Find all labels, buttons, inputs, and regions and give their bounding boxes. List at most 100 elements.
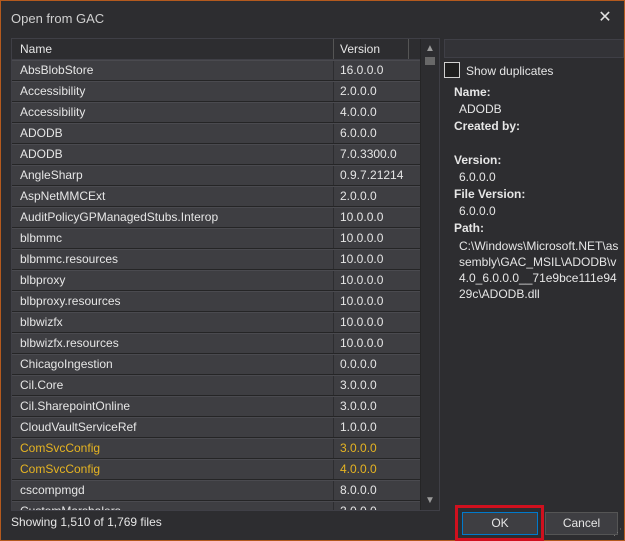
row-version: 7.0.3300.0 bbox=[340, 147, 397, 161]
table-row[interactable]: CloudVaultServiceRef 1.0.0.0 bbox=[12, 417, 420, 437]
column-header-version[interactable]: Version bbox=[340, 42, 380, 56]
detail-created-value bbox=[454, 136, 624, 153]
detail-created-label: Created by: bbox=[454, 119, 521, 133]
scroll-up-icon[interactable]: ▲ bbox=[425, 43, 435, 54]
row-version: 10.0.0.0 bbox=[340, 252, 384, 266]
table-row[interactable]: Cil.Core 3.0.0.0 bbox=[12, 375, 420, 395]
list-header: Name Version bbox=[12, 39, 420, 60]
row-version: 10.0.0.0 bbox=[340, 273, 384, 287]
table-row[interactable]: AuditPolicyGPManagedStubs.Interop 10.0.0.… bbox=[12, 207, 420, 227]
row-divider bbox=[333, 229, 334, 248]
detail-version-value: 6.0.0.0 bbox=[459, 170, 496, 184]
row-divider bbox=[333, 271, 334, 290]
row-version: 3.0.0.0 bbox=[340, 378, 377, 392]
row-name: Accessibility bbox=[20, 84, 86, 98]
row-version: 10.0.0.0 bbox=[340, 336, 384, 350]
row-version: 10.0.0.0 bbox=[340, 294, 384, 308]
row-divider bbox=[333, 82, 334, 101]
table-row[interactable]: AngleSharp 0.9.7.21214 bbox=[12, 165, 420, 185]
row-version: 4.0.0.0 bbox=[340, 462, 377, 476]
table-row[interactable]: ADODB 6.0.0.0 bbox=[12, 123, 420, 143]
row-divider bbox=[333, 145, 334, 164]
table-row[interactable]: ComSvcConfig 3.0.0.0 bbox=[12, 438, 420, 458]
vertical-scrollbar[interactable]: ▲ ▼ bbox=[421, 39, 439, 510]
row-divider bbox=[333, 124, 334, 143]
table-row[interactable]: blbwizfx 10.0.0.0 bbox=[12, 312, 420, 332]
close-icon[interactable]: ✕ bbox=[594, 7, 616, 29]
row-divider bbox=[333, 187, 334, 206]
table-row[interactable]: Accessibility 2.0.0.0 bbox=[12, 81, 420, 101]
search-input[interactable] bbox=[444, 39, 624, 58]
cancel-button[interactable]: Cancel bbox=[545, 512, 618, 535]
row-name: CloudVaultServiceRef bbox=[20, 420, 137, 434]
detail-name-label: Name: bbox=[454, 85, 491, 99]
table-row[interactable]: Accessibility 4.0.0.0 bbox=[12, 102, 420, 122]
open-from-gac-dialog: Open from GAC ✕ Name Version AbsBlobStor… bbox=[0, 0, 625, 541]
row-divider bbox=[333, 418, 334, 437]
column-divider[interactable] bbox=[408, 39, 409, 59]
row-version: 8.0.0.0 bbox=[340, 483, 377, 497]
assembly-list[interactable]: Name Version AbsBlobStore 16.0.0.0 Accessi… bbox=[11, 38, 440, 511]
row-name: AspNetMMCExt bbox=[20, 189, 106, 203]
table-row[interactable]: blbproxy 10.0.0.0 bbox=[12, 270, 420, 290]
table-row[interactable]: AspNetMMCExt 2.0.0.0 bbox=[12, 186, 420, 206]
detail-file-version-value: 6.0.0.0 bbox=[459, 204, 496, 218]
row-divider bbox=[333, 250, 334, 269]
row-divider bbox=[333, 397, 334, 416]
detail-path-label: Path: bbox=[454, 221, 484, 235]
table-row[interactable]: blbmmc.resources 10.0.0.0 bbox=[12, 249, 420, 269]
row-version: 16.0.0.0 bbox=[340, 63, 384, 77]
row-version: 6.0.0.0 bbox=[340, 126, 377, 140]
table-row[interactable]: AbsBlobStore 16.0.0.0 bbox=[12, 60, 420, 80]
list-rows: AbsBlobStore 16.0.0.0 Accessibility 2.0.0.0… bbox=[12, 60, 420, 511]
scroll-down-icon[interactable]: ▼ bbox=[425, 495, 435, 506]
table-row[interactable]: ChicagoIngestion 0.0.0.0 bbox=[12, 354, 420, 374]
row-name: ADODB bbox=[20, 147, 63, 161]
row-version: 2.0.0.0 bbox=[340, 189, 377, 203]
ok-button[interactable]: OK bbox=[462, 512, 538, 535]
row-name: ComSvcConfig bbox=[20, 462, 101, 476]
table-row[interactable]: cscompmgd 8.0.0.0 bbox=[12, 480, 420, 500]
row-divider bbox=[333, 103, 334, 122]
scroll-thumb[interactable] bbox=[425, 57, 435, 65]
row-divider bbox=[333, 460, 334, 479]
row-version: 0.9.7.21214 bbox=[340, 168, 404, 182]
row-version: 2.0.0.0 bbox=[340, 84, 377, 98]
column-divider[interactable] bbox=[333, 39, 334, 59]
detail-file-version-label: File Version: bbox=[454, 187, 526, 201]
row-divider bbox=[333, 376, 334, 395]
row-name: blbproxy.resources bbox=[20, 294, 121, 308]
row-name: Accessibility bbox=[20, 105, 86, 119]
table-row[interactable]: Cil.SharepointOnline 3.0.0.0 bbox=[12, 396, 420, 416]
row-version: 2.0.0.0 bbox=[340, 504, 377, 511]
row-divider bbox=[333, 61, 334, 80]
detail-path-value: C:\Windows\Microsoft.NET\assembly\GAC_MS… bbox=[459, 239, 619, 301]
row-name: ChicagoIngestion bbox=[20, 357, 113, 371]
column-header-name[interactable]: Name bbox=[20, 42, 52, 56]
detail-name-value: ADODB bbox=[459, 102, 502, 116]
table-row[interactable]: blbproxy.resources 10.0.0.0 bbox=[12, 291, 420, 311]
row-divider bbox=[333, 313, 334, 332]
show-duplicates-checkbox[interactable] bbox=[444, 62, 460, 78]
row-divider bbox=[333, 334, 334, 353]
table-row[interactable]: blbwizfx.resources 10.0.0.0 bbox=[12, 333, 420, 353]
row-name: Cil.SharepointOnline bbox=[20, 399, 131, 413]
row-divider bbox=[333, 481, 334, 500]
show-duplicates-label: Show duplicates bbox=[466, 64, 554, 78]
row-version: 10.0.0.0 bbox=[340, 210, 384, 224]
row-version: 3.0.0.0 bbox=[340, 399, 377, 413]
window-title: Open from GAC bbox=[11, 11, 105, 26]
row-divider bbox=[333, 439, 334, 458]
resize-grip-icon[interactable]: ⋰ bbox=[613, 527, 622, 538]
table-row[interactable]: blbmmc 10.0.0.0 bbox=[12, 228, 420, 248]
row-version: 3.0.0.0 bbox=[340, 441, 377, 455]
row-name: blbmmc.resources bbox=[20, 252, 119, 266]
table-row[interactable]: ComSvcConfig 4.0.0.0 bbox=[12, 459, 420, 479]
row-name: blbproxy bbox=[20, 273, 66, 287]
row-divider bbox=[333, 502, 334, 510]
row-name: blbwizfx.resources bbox=[20, 336, 119, 350]
table-row[interactable]: CustomMarshalers 2.0.0.0 bbox=[12, 501, 420, 511]
table-row[interactable]: ADODB 7.0.3300.0 bbox=[12, 144, 420, 164]
row-version: 0.0.0.0 bbox=[340, 357, 377, 371]
row-version: 1.0.0.0 bbox=[340, 420, 377, 434]
